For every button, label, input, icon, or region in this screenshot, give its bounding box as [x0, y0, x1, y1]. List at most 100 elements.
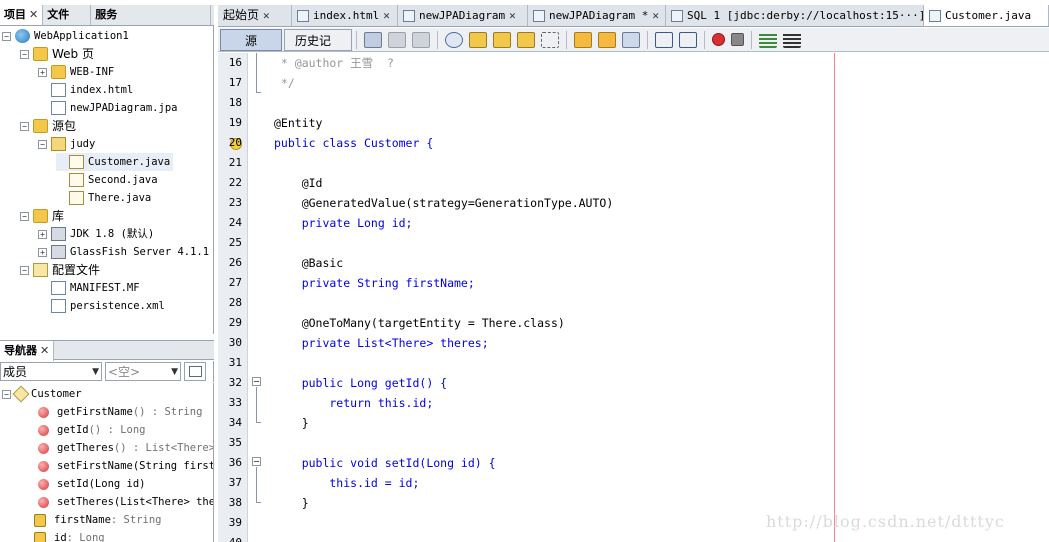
back-icon[interactable]	[388, 31, 406, 48]
comment-icon[interactable]	[759, 31, 777, 48]
navigator-member[interactable]: setId (Long id)	[38, 475, 146, 493]
navigator-second-select[interactable]: <空> ▼	[105, 362, 181, 381]
tab-navigator[interactable]: 导航器 ✕	[0, 341, 55, 361]
shift-left-icon[interactable]	[655, 31, 673, 48]
fold-collapse-icon[interactable]: −	[252, 377, 261, 386]
collapse-icon[interactable]: −	[2, 389, 11, 399]
line-number: 33	[228, 396, 242, 409]
tree-item-web-inf[interactable]: + WEB-INF	[38, 63, 114, 81]
tree-item-customer-java[interactable]: Customer.java	[56, 153, 174, 171]
line-number: 37	[228, 476, 242, 489]
close-icon[interactable]: ✕	[263, 5, 270, 26]
collapse-icon[interactable]: −	[2, 31, 11, 41]
tab-start-page[interactable]: 起始页 ✕	[218, 5, 292, 26]
diagram-file-icon	[51, 101, 66, 115]
tree-item-persistence-xml[interactable]: persistence.xml	[38, 297, 165, 315]
tab-index-html[interactable]: index.html ✕	[292, 5, 398, 26]
collapse-icon[interactable]: −	[20, 49, 29, 59]
tree-item-config-files[interactable]: − 配置文件	[20, 261, 100, 279]
tab-label: index.html	[313, 9, 380, 22]
close-icon[interactable]: ✕	[652, 5, 659, 26]
collapse-icon[interactable]: −	[20, 121, 29, 131]
find-icon[interactable]	[445, 31, 463, 48]
close-icon[interactable]: ✕	[40, 341, 49, 361]
toggle-bookmark-icon[interactable]	[622, 31, 640, 48]
line-number: 16	[228, 56, 242, 69]
tree-item-source-packages[interactable]: − 源包	[20, 117, 76, 135]
navigator-member[interactable]: getFirstName() : String	[38, 403, 202, 421]
forward-icon[interactable]	[412, 31, 430, 48]
find-next-icon[interactable]	[493, 31, 511, 48]
navigator-view-value: 成员	[3, 365, 28, 379]
expand-icon[interactable]: +	[38, 247, 47, 257]
collapse-icon[interactable]: −	[20, 211, 29, 221]
tree-item-index-html[interactable]: index.html	[38, 81, 133, 99]
fold-end	[256, 92, 261, 93]
find-previous-icon[interactable]	[469, 31, 487, 48]
close-icon[interactable]: ✕	[509, 5, 516, 26]
next-bookmark-icon[interactable]	[598, 31, 616, 48]
code-line-annotation: @OneToMany(targetEntity = There.class)	[274, 316, 565, 330]
tree-item-label: JDK 1.8 (默认)	[70, 228, 155, 240]
history-view-button[interactable]: 历史记录	[284, 28, 352, 70]
tree-item-libraries[interactable]: − 库	[20, 207, 64, 225]
code-editor[interactable]: * @author 王雪 ? */ @Entity public class C…	[268, 53, 1049, 542]
shift-right-icon[interactable]	[679, 31, 697, 48]
start-macro-icon[interactable]	[712, 33, 725, 46]
tree-item-label: 配置文件	[52, 263, 101, 277]
tab-projects[interactable]: 项目 ✕	[0, 5, 44, 25]
tree-item-web-pages[interactable]: − Web 页	[20, 45, 94, 63]
tree-item-package-judy[interactable]: − judy	[38, 135, 95, 153]
tab-services[interactable]: 服务	[91, 5, 212, 25]
member-signature: : Long	[66, 532, 105, 542]
tree-item-label: Web 页	[52, 47, 94, 61]
navigator-member[interactable]: setFirstName (String firstN	[38, 457, 213, 475]
tab-sql-1[interactable]: SQL 1 [jdbc:derby://localhost:15···]✕	[666, 5, 924, 26]
navigator-member[interactable]: getId() : Long	[38, 421, 146, 439]
tab-jpa-diagram[interactable]: newJPADiagram ✕	[398, 5, 528, 26]
tab-files[interactable]: 文件	[43, 5, 92, 25]
tree-item-glassfish[interactable]: + GlassFish Server 4.1.1	[38, 243, 209, 261]
chevron-down-icon: ▼	[92, 366, 99, 377]
collapse-icon[interactable]: −	[20, 265, 29, 275]
fold-guide	[256, 53, 257, 93]
source-view-button[interactable]: 源	[220, 28, 282, 51]
tree-item-second-java[interactable]: Second.java	[56, 171, 158, 189]
tree-item-there-java[interactable]: There.java	[56, 189, 151, 207]
html-file-icon	[297, 9, 309, 22]
tab-label: Customer.java	[945, 9, 1032, 22]
member-name: setFirstName	[57, 460, 133, 472]
navigator-member[interactable]: id : Long	[34, 529, 105, 542]
tree-item-jpa-diagram[interactable]: newJPADiagram.jpa	[38, 99, 177, 117]
expand-icon[interactable]: +	[38, 229, 47, 239]
navigator-member[interactable]: firstName : String	[34, 511, 161, 529]
navigator-member[interactable]: getTheres() : List<There>	[38, 439, 214, 457]
navigator-root[interactable]: − Customer	[2, 385, 82, 403]
toggle-highlight-icon[interactable]	[517, 31, 535, 48]
navigator-root-label: Customer	[31, 388, 82, 400]
expand-icon[interactable]: +	[38, 67, 47, 77]
last-edit-icon[interactable]	[364, 31, 382, 48]
tab-services-label: 服务	[95, 8, 118, 21]
code-line-class-declaration: public class Customer {	[274, 136, 434, 150]
navigator-options-button[interactable]	[184, 362, 206, 381]
uncomment-icon[interactable]	[783, 31, 801, 48]
tree-item-project[interactable]: − WebApplication1	[2, 27, 129, 45]
close-icon[interactable]: ✕	[29, 5, 38, 25]
tree-item-jdk[interactable]: + JDK 1.8 (默认)	[38, 225, 154, 243]
collapse-icon[interactable]: −	[38, 139, 47, 149]
member-signature: () : List<There>	[113, 442, 214, 454]
member-name: getFirstName	[57, 406, 133, 418]
navigator-view-select[interactable]: 成员 ▼	[0, 362, 102, 381]
stop-macro-icon[interactable]	[731, 33, 744, 46]
tab-customer-java[interactable]: Customer.java	[924, 5, 1049, 26]
close-icon[interactable]: ✕	[383, 5, 390, 26]
manifest-file-icon	[51, 281, 66, 295]
fold-collapse-icon[interactable]: −	[252, 457, 261, 466]
prev-bookmark-icon[interactable]	[574, 31, 592, 48]
rect-select-icon[interactable]	[541, 31, 559, 48]
navigator-member[interactable]: setTheres (List<There> ther	[38, 493, 213, 511]
tree-item-manifest[interactable]: MANIFEST.MF	[38, 279, 140, 297]
line-number: 22	[228, 176, 242, 189]
tab-jpa-diagram-modified[interactable]: newJPADiagram * ✕	[528, 5, 666, 26]
